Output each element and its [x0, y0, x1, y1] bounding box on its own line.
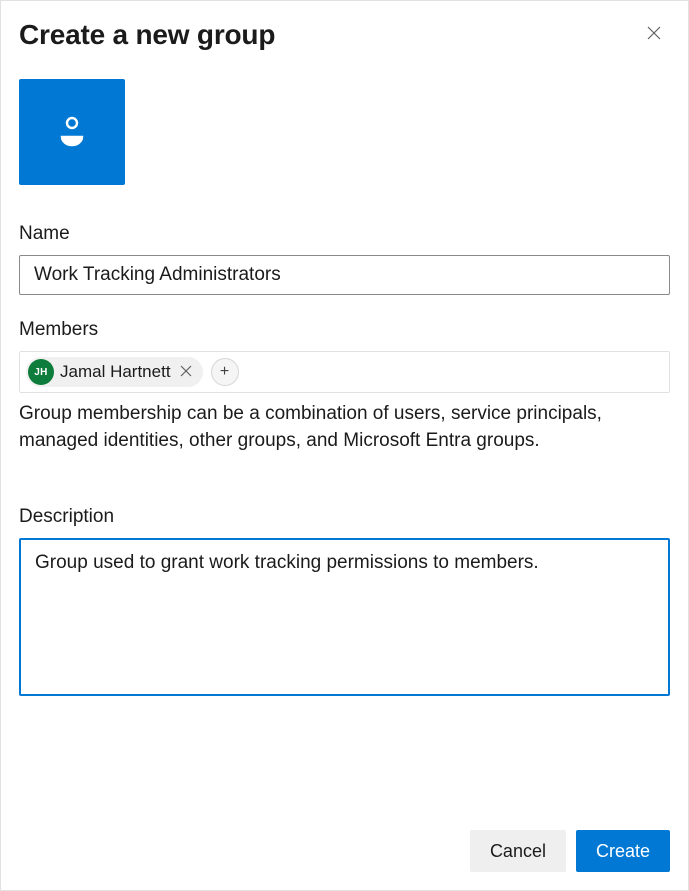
add-member-button[interactable]: + — [211, 358, 239, 386]
remove-icon — [180, 365, 192, 380]
plus-icon: + — [220, 364, 229, 380]
description-textarea[interactable] — [19, 538, 670, 696]
name-field-group: Name — [19, 223, 670, 295]
close-button[interactable] — [638, 19, 670, 51]
close-icon — [646, 25, 662, 46]
group-person-icon — [52, 110, 92, 155]
remove-member-button[interactable] — [177, 363, 195, 381]
members-helper-text: Group membership can be a combination of… — [19, 401, 670, 454]
create-button[interactable]: Create — [576, 830, 670, 872]
create-group-dialog: Create a new group Name Members JH — [1, 1, 688, 890]
members-input[interactable]: JH Jamal Hartnett + — [19, 351, 670, 393]
name-label: Name — [19, 223, 670, 245]
description-field-group: Description — [19, 506, 670, 701]
avatar: JH — [28, 359, 54, 385]
dialog-title: Create a new group — [19, 19, 275, 51]
dialog-header: Create a new group — [19, 19, 670, 51]
member-chip: JH Jamal Hartnett — [26, 357, 203, 387]
dialog-footer: Cancel Create — [19, 814, 670, 890]
members-label: Members — [19, 319, 670, 341]
cancel-button[interactable]: Cancel — [470, 830, 566, 872]
members-field-group: Members JH Jamal Hartnett + Group memb — [19, 319, 670, 454]
group-avatar-tile[interactable] — [19, 79, 125, 185]
member-name: Jamal Hartnett — [60, 362, 171, 382]
name-input[interactable] — [19, 255, 670, 295]
description-label: Description — [19, 506, 670, 528]
